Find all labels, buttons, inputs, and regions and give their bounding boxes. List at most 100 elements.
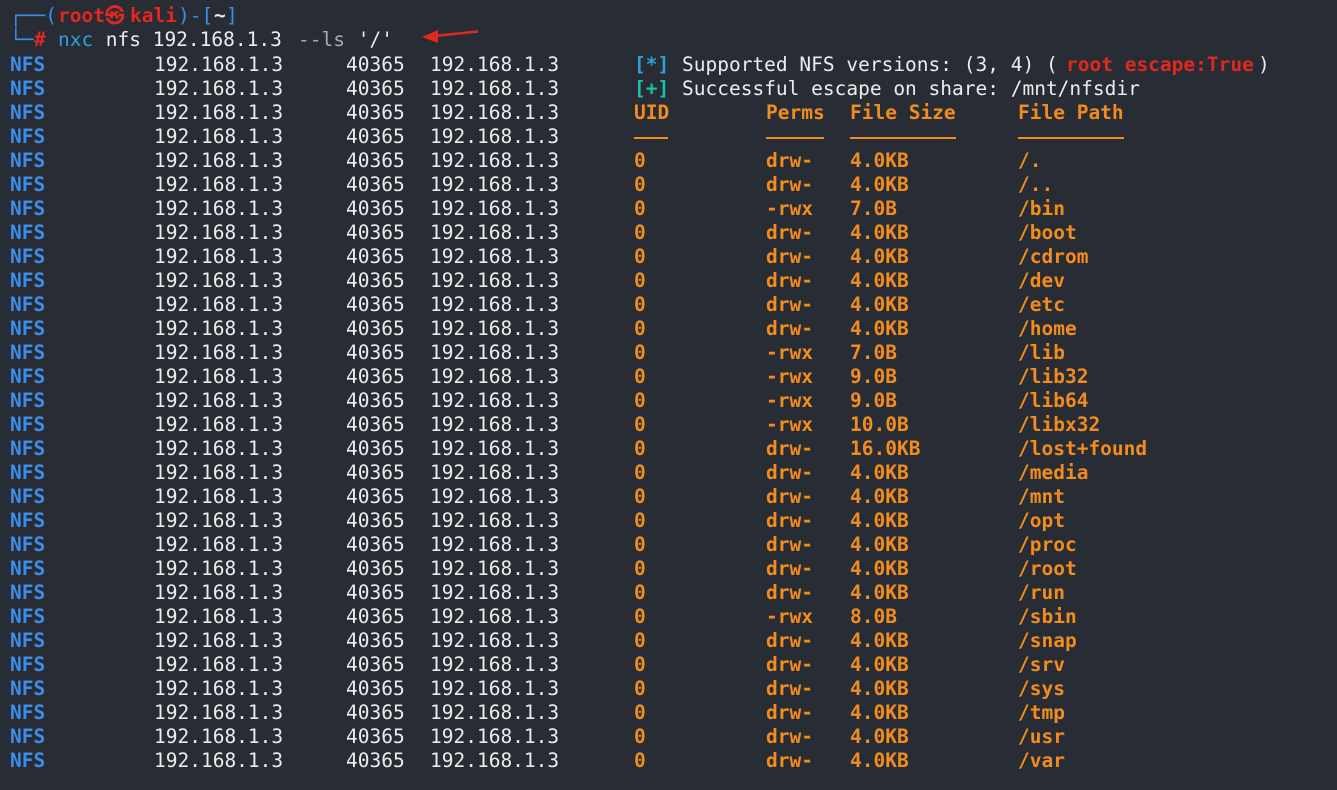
- file-perms: drw-: [766, 533, 813, 556]
- file-uid: 0: [634, 365, 646, 388]
- hostname: 192.168.1.3: [430, 53, 560, 76]
- file-uid: 0: [634, 509, 646, 532]
- file-uid: 0: [634, 341, 646, 364]
- file-perms: -rwx: [766, 197, 813, 220]
- host-ip: 192.168.1.3: [154, 101, 284, 124]
- file-size: 4.0KB: [850, 221, 909, 244]
- file-path: /lost+found: [1018, 437, 1148, 460]
- info-line: NFS 192.168.1.3 40365 192.168.1.3 [*] Su…: [0, 53, 1270, 77]
- file-size: 4.0KB: [850, 557, 909, 580]
- module-label: NFS: [10, 53, 46, 76]
- host-ip: 192.168.1.3: [154, 125, 284, 148]
- prompt-user: root: [58, 4, 105, 27]
- host-ip: 192.168.1.3: [154, 317, 284, 340]
- port: 40365: [346, 149, 405, 172]
- module-label: NFS: [10, 749, 46, 772]
- success-tag: [+]: [634, 77, 670, 100]
- module-label: NFS: [10, 101, 46, 124]
- file-path: /run: [1018, 581, 1065, 604]
- module-label: NFS: [10, 413, 46, 436]
- file-path: /etc: [1018, 293, 1065, 316]
- command-line[interactable]: └─ # nxc nfs 192.168.1.3 --ls '/': [0, 28, 393, 52]
- info-text: Supported NFS versions: (3, 4) (: [682, 53, 1058, 76]
- file-perms: -rwx: [766, 413, 813, 436]
- host-ip: 192.168.1.3: [154, 629, 284, 652]
- file-size: 4.0KB: [850, 725, 909, 748]
- file-size: 4.0KB: [850, 461, 909, 484]
- info-highlight: root escape:True: [1066, 53, 1254, 76]
- file-size: 4.0KB: [850, 317, 909, 340]
- file-size: 4.0KB: [850, 677, 909, 700]
- host-ip: 192.168.1.3: [154, 605, 284, 628]
- hostname: 192.168.1.3: [430, 677, 560, 700]
- file-uid: 0: [634, 677, 646, 700]
- file-size: 4.0KB: [850, 149, 909, 172]
- hostname: 192.168.1.3: [430, 509, 560, 532]
- port: 40365: [346, 53, 405, 76]
- module-label: NFS: [10, 725, 46, 748]
- file-perms: drw-: [766, 701, 813, 724]
- module-label: NFS: [10, 701, 46, 724]
- prompt-hash: #: [34, 28, 46, 51]
- file-perms: drw-: [766, 557, 813, 580]
- file-perms: drw-: [766, 461, 813, 484]
- file-perms: -rwx: [766, 365, 813, 388]
- red-arrow-left-icon: [422, 30, 479, 43]
- file-size: 4.0KB: [850, 293, 909, 316]
- port: 40365: [346, 653, 405, 676]
- host-ip: 192.168.1.3: [154, 485, 284, 508]
- hostname: 192.168.1.3: [430, 461, 560, 484]
- file-perms: -rwx: [766, 341, 813, 364]
- file-path: /mnt: [1018, 485, 1065, 508]
- file-perms: drw-: [766, 245, 813, 268]
- success-text: Successful escape on share: /mnt/nfsdir: [682, 77, 1140, 100]
- file-perms: drw-: [766, 221, 813, 244]
- module-label: NFS: [10, 245, 46, 268]
- file-perms: drw-: [766, 629, 813, 652]
- port: 40365: [346, 317, 405, 340]
- file-perms: drw-: [766, 149, 813, 172]
- host-ip: 192.168.1.3: [154, 557, 284, 580]
- file-perms: drw-: [766, 653, 813, 676]
- file-size: 4.0KB: [850, 533, 909, 556]
- module-label: NFS: [10, 533, 46, 556]
- port: 40365: [346, 437, 405, 460]
- hostname: 192.168.1.3: [430, 101, 560, 124]
- hostname: 192.168.1.3: [430, 125, 560, 148]
- terminal-window[interactable]: ┌──( root ㉿ kali )-[ ~ ] └─ # nxc nfs 19…: [0, 0, 1337, 790]
- file-size: 4.0KB: [850, 509, 909, 532]
- host-ip: 192.168.1.3: [154, 509, 284, 532]
- file-perms: drw-: [766, 293, 813, 316]
- file-uid: 0: [634, 269, 646, 292]
- hostname: 192.168.1.3: [430, 197, 560, 220]
- module-label: NFS: [10, 389, 46, 412]
- column-header-uid: UID: [634, 101, 670, 124]
- file-uid: 0: [634, 605, 646, 628]
- file-path: /sys: [1018, 677, 1065, 700]
- module-label: NFS: [10, 605, 46, 628]
- listing-header: NFS 192.168.1.3 40365 192.168.1.3 UID Pe…: [0, 101, 1124, 125]
- host-ip: 192.168.1.3: [154, 389, 284, 412]
- file-size: 4.0KB: [850, 581, 909, 604]
- file-path: /var: [1018, 749, 1065, 772]
- info-tail: ): [1258, 53, 1270, 76]
- host-ip: 192.168.1.3: [154, 677, 284, 700]
- column-header-perms: Perms: [766, 101, 825, 124]
- module-label: NFS: [10, 461, 46, 484]
- file-perms: drw-: [766, 173, 813, 196]
- port: 40365: [346, 293, 405, 316]
- hostname: 192.168.1.3: [430, 365, 560, 388]
- host-ip: 192.168.1.3: [154, 437, 284, 460]
- file-size: 16.0KB: [850, 437, 921, 460]
- file-path: /tmp: [1018, 701, 1065, 724]
- prompt-box-open: ┌──(: [10, 4, 57, 27]
- module-label: NFS: [10, 149, 46, 172]
- port: 40365: [346, 677, 405, 700]
- port: 40365: [346, 197, 405, 220]
- file-perms: drw-: [766, 581, 813, 604]
- file-size: 8.0B: [850, 605, 897, 628]
- host-ip: 192.168.1.3: [154, 197, 284, 220]
- file-uid: 0: [634, 725, 646, 748]
- port: 40365: [346, 461, 405, 484]
- hostname: 192.168.1.3: [430, 341, 560, 364]
